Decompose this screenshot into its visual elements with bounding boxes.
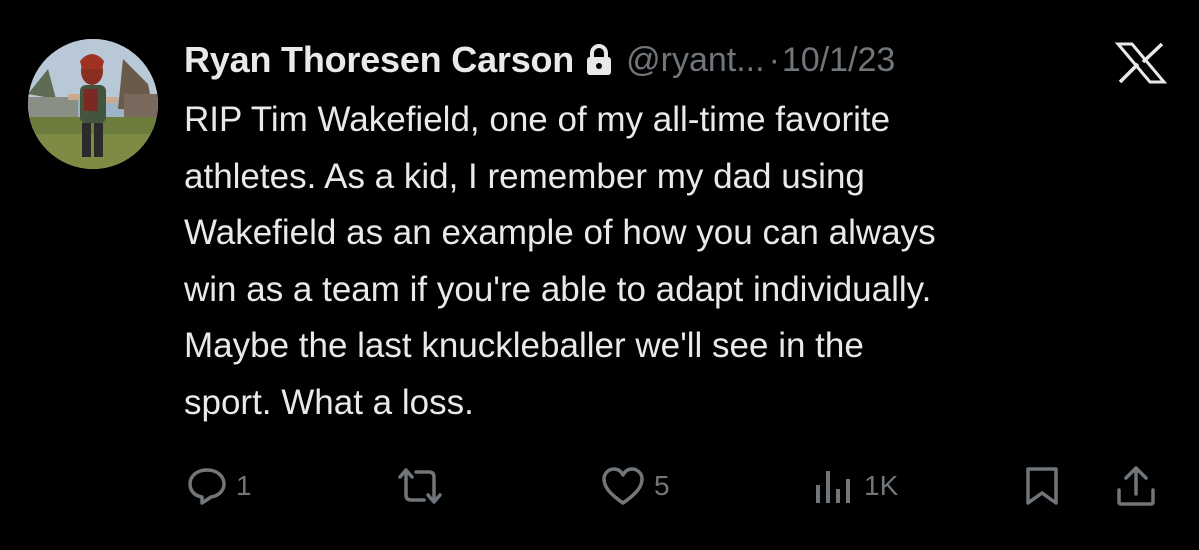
views-count: 1K (864, 470, 899, 501)
tweet-text-line: athletes. As a kid, I remember my dad us… (184, 156, 865, 196)
share-icon (1117, 466, 1155, 506)
tweet-text-line: sport. What a loss. (184, 382, 474, 422)
views-button[interactable]: 1K (812, 458, 898, 514)
reply-count: 1 (236, 470, 252, 501)
tweet-text-line: Maybe the last knuckleballer we'll see i… (184, 326, 864, 365)
heart-icon (602, 467, 644, 505)
tweet-text-line: Wakefield as an example of how you can a… (184, 213, 936, 252)
like-button[interactable]: 5 (600, 458, 670, 514)
author-name[interactable]: Ryan Thoresen Carson (184, 39, 574, 81)
reply-icon (188, 468, 226, 505)
reply-button[interactable]: 1 (186, 458, 252, 514)
tweet: Ryan Thoresen Carson @ryant... · 10/1/23… (0, 0, 1199, 550)
lock-icon (586, 43, 612, 77)
x-logo-icon (1112, 42, 1170, 84)
like-count: 5 (654, 470, 670, 501)
share-button[interactable] (1114, 458, 1158, 514)
repost-icon (398, 468, 442, 504)
tweet-text-line: RIP Tim Wakefield, one of my all-time fa… (184, 100, 891, 139)
action-bar: 1 5 1K (0, 458, 1199, 514)
separator-dot: · (768, 40, 780, 79)
tweet-text-line: win as a team if you're able to adapt in… (184, 269, 932, 309)
author-handle[interactable]: @ryant... (626, 41, 764, 80)
tweet-header: Ryan Thoresen Carson @ryant... · 10/1/23 (184, 32, 895, 88)
tweet-text: RIP Tim Wakefield, one of my all-time fa… (184, 92, 1164, 431)
views-icon (816, 471, 850, 503)
bookmark-icon (1026, 467, 1058, 505)
avatar[interactable] (28, 39, 158, 169)
tweet-date[interactable]: 10/1/23 (782, 41, 895, 80)
bookmark-button[interactable] (1022, 458, 1062, 514)
repost-button[interactable] (396, 458, 452, 514)
avatar-photo (28, 39, 158, 169)
